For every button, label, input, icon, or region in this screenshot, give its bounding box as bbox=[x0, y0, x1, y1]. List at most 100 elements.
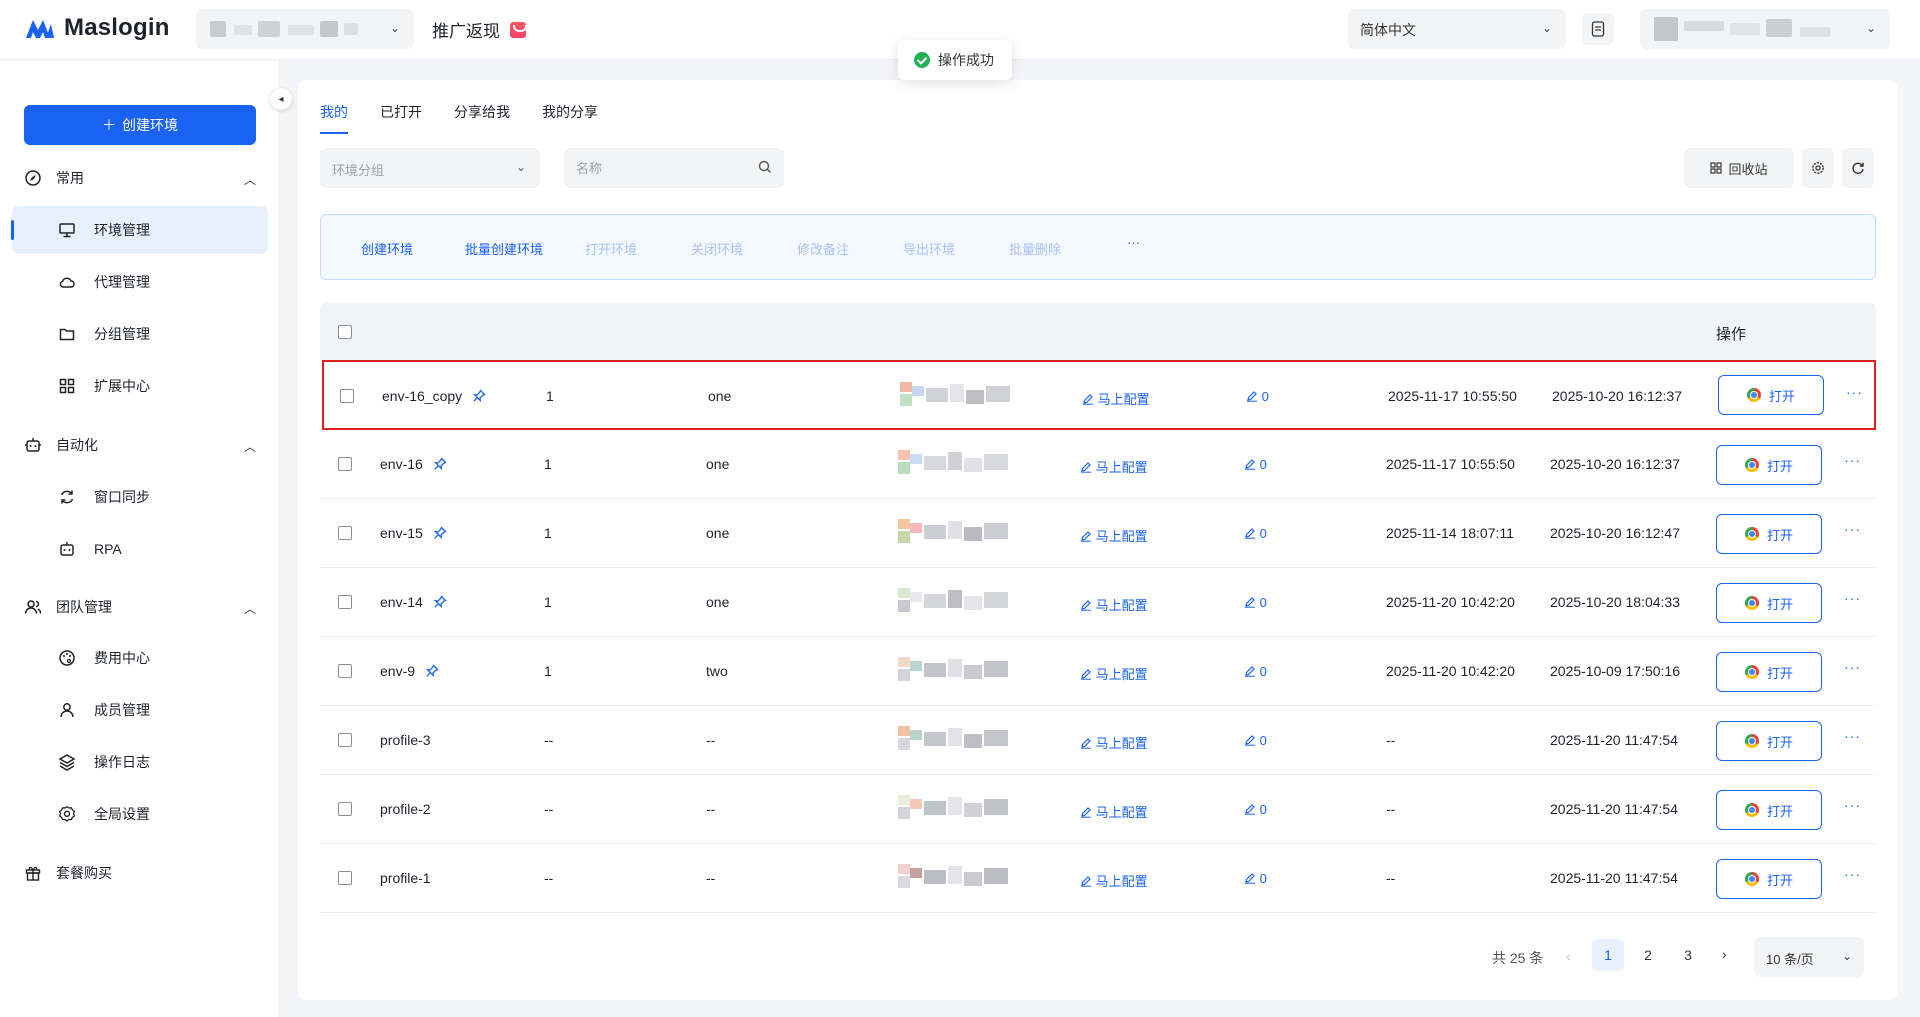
row-more-button[interactable]: ··· bbox=[1844, 866, 1861, 882]
pin-icon[interactable] bbox=[425, 664, 439, 678]
notes-link[interactable]: 0 bbox=[1244, 733, 1267, 748]
action-close-environment[interactable]: 关闭环境 bbox=[691, 239, 743, 258]
row-checkbox[interactable] bbox=[338, 526, 352, 540]
settings-button[interactable] bbox=[1802, 148, 1834, 188]
environment-group-select[interactable]: 环境分组 ⌄ bbox=[320, 148, 540, 188]
pin-icon[interactable] bbox=[433, 595, 447, 609]
next-page-icon[interactable]: › bbox=[1722, 946, 1727, 962]
configure-now-link[interactable]: 马上配置 bbox=[1080, 802, 1148, 821]
notes-link[interactable]: 0 bbox=[1244, 526, 1267, 541]
page-2[interactable]: 2 bbox=[1632, 939, 1664, 971]
pin-icon[interactable] bbox=[472, 389, 486, 403]
env-name-cell[interactable]: profile-3 bbox=[380, 732, 431, 748]
open-environment-button[interactable]: 打开 bbox=[1716, 514, 1822, 554]
open-environment-button[interactable]: 打开 bbox=[1716, 859, 1822, 899]
env-name-cell[interactable]: env-9 bbox=[380, 663, 439, 679]
page-3[interactable]: 3 bbox=[1672, 939, 1704, 971]
sidebar-item-extensions[interactable]: 扩展中心 bbox=[12, 362, 268, 410]
row-more-button[interactable]: ··· bbox=[1844, 797, 1861, 813]
recycle-bin-button[interactable]: 回收站 bbox=[1684, 148, 1794, 188]
sidebar-item-members[interactable]: 成员管理 bbox=[12, 686, 268, 734]
workspace-select[interactable]: ⌄ bbox=[196, 9, 414, 49]
configure-now-link[interactable]: 马上配置 bbox=[1082, 389, 1150, 408]
open-environment-button[interactable]: 打开 bbox=[1716, 721, 1822, 761]
row-more-button[interactable]: ··· bbox=[1844, 728, 1861, 744]
notes-link[interactable]: 0 bbox=[1244, 595, 1267, 610]
row-checkbox[interactable] bbox=[338, 871, 352, 885]
user-account-select[interactable]: ⌄ bbox=[1640, 9, 1890, 49]
env-name-cell[interactable]: env-14 bbox=[380, 594, 447, 610]
row-checkbox[interactable] bbox=[340, 389, 354, 403]
env-name-cell[interactable]: profile-1 bbox=[380, 870, 431, 886]
page-size-select[interactable]: 10 条/页 ⌄ bbox=[1754, 937, 1864, 977]
action-edit-notes[interactable]: 修改备注 bbox=[797, 239, 849, 258]
open-environment-button[interactable]: 打开 bbox=[1716, 790, 1822, 830]
nav-group-team[interactable]: 团队管理 ︿ bbox=[24, 592, 256, 622]
row-more-button[interactable]: ··· bbox=[1846, 384, 1863, 400]
row-more-button[interactable]: ··· bbox=[1844, 590, 1861, 606]
name-search-input[interactable] bbox=[564, 148, 744, 188]
tab-opened[interactable]: 已打开 bbox=[380, 102, 422, 134]
sidebar-item-environments[interactable]: 环境管理 bbox=[11, 206, 268, 254]
sidebar-item-rpa[interactable]: RPA bbox=[12, 525, 268, 573]
sidebar-item-window-sync[interactable]: 窗口同步 bbox=[12, 473, 268, 521]
action-create-environment[interactable]: 创建环境 bbox=[361, 239, 413, 258]
nav-group-common[interactable]: 常用 ︿ bbox=[24, 163, 256, 193]
tab-my-shares[interactable]: 我的分享 bbox=[542, 102, 598, 134]
tab-shared-with-me[interactable]: 分享给我 bbox=[454, 102, 510, 134]
scrollbar[interactable] bbox=[1906, 61, 1920, 1017]
row-checkbox[interactable] bbox=[338, 802, 352, 816]
document-button[interactable] bbox=[1582, 13, 1614, 45]
pin-icon[interactable] bbox=[433, 457, 447, 471]
sidebar-item-package[interactable]: 套餐购买 bbox=[24, 858, 256, 888]
name-search[interactable] bbox=[564, 148, 784, 188]
sidebar-item-groups[interactable]: 分组管理 bbox=[12, 310, 268, 358]
logo[interactable]: Maslogin bbox=[24, 14, 170, 42]
action-export-environment[interactable]: 导出环境 bbox=[903, 239, 955, 258]
tab-mine[interactable]: 我的 bbox=[320, 102, 348, 134]
action-open-environment[interactable]: 打开环境 bbox=[585, 239, 637, 258]
create-environment-button[interactable]: ＋ 创建环境 bbox=[24, 105, 256, 145]
table-row[interactable]: profile-3 -- -- 马上配置 0 -- 2025-11-20 11:… bbox=[320, 706, 1876, 775]
env-name-cell[interactable]: env-15 bbox=[380, 525, 447, 541]
env-name-cell[interactable]: profile-2 bbox=[380, 801, 431, 817]
row-checkbox[interactable] bbox=[338, 595, 352, 609]
select-all-checkbox[interactable] bbox=[338, 325, 352, 339]
sidebar-item-logs[interactable]: 操作日志 bbox=[12, 738, 268, 786]
row-checkbox[interactable] bbox=[338, 457, 352, 471]
sidebar-item-billing[interactable]: 费用中心 bbox=[12, 634, 268, 682]
page-1[interactable]: 1 bbox=[1592, 939, 1624, 971]
open-environment-button[interactable]: 打开 bbox=[1716, 445, 1822, 485]
configure-now-link[interactable]: 马上配置 bbox=[1080, 526, 1148, 545]
env-name-cell[interactable]: env-16_copy bbox=[382, 388, 486, 404]
row-more-button[interactable]: ··· bbox=[1844, 659, 1861, 675]
configure-now-link[interactable]: 马上配置 bbox=[1080, 457, 1148, 476]
language-select[interactable]: 简体中文 ⌄ bbox=[1348, 9, 1566, 49]
action-batch-delete[interactable]: 批量删除 bbox=[1009, 239, 1061, 258]
notes-link[interactable]: 0 bbox=[1244, 802, 1267, 817]
table-row[interactable]: env-14 1 one 马上配置 0 2025-11-20 10:42:20 … bbox=[320, 568, 1876, 637]
sidebar-collapse-button[interactable]: ◂ bbox=[270, 88, 292, 110]
row-checkbox[interactable] bbox=[338, 733, 352, 747]
open-environment-button[interactable]: 打开 bbox=[1716, 583, 1822, 623]
open-environment-button[interactable]: 打开 bbox=[1718, 375, 1824, 415]
table-row[interactable]: profile-1 -- -- 马上配置 0 -- 2025-11-20 11:… bbox=[320, 844, 1876, 913]
table-row[interactable]: env-15 1 one 马上配置 0 2025-11-14 18:07:11 … bbox=[320, 499, 1876, 568]
promo-link[interactable]: 推广返现 bbox=[432, 17, 527, 42]
prev-page-icon[interactable]: ‹ bbox=[1566, 948, 1571, 964]
configure-now-link[interactable]: 马上配置 bbox=[1080, 733, 1148, 752]
row-more-button[interactable]: ··· bbox=[1844, 521, 1861, 537]
table-row[interactable]: env-9 1 two 马上配置 0 2025-11-20 10:42:20 2… bbox=[320, 637, 1876, 706]
table-row[interactable]: env-16_copy 1 one 马上配置 0 2025-11-17 10:5… bbox=[322, 360, 1876, 430]
notes-link[interactable]: 0 bbox=[1244, 664, 1267, 679]
notes-link[interactable]: 0 bbox=[1244, 871, 1267, 886]
open-environment-button[interactable]: 打开 bbox=[1716, 652, 1822, 692]
configure-now-link[interactable]: 马上配置 bbox=[1080, 664, 1148, 683]
sidebar-item-proxies[interactable]: 代理管理 bbox=[12, 258, 268, 306]
table-row[interactable]: profile-2 -- -- 马上配置 0 -- 2025-11-20 11:… bbox=[320, 775, 1876, 844]
configure-now-link[interactable]: 马上配置 bbox=[1080, 595, 1148, 614]
sidebar-item-settings[interactable]: 全局设置 bbox=[12, 790, 268, 838]
notes-link[interactable]: 0 bbox=[1244, 457, 1267, 472]
configure-now-link[interactable]: 马上配置 bbox=[1080, 871, 1148, 890]
refresh-button[interactable] bbox=[1842, 148, 1874, 188]
